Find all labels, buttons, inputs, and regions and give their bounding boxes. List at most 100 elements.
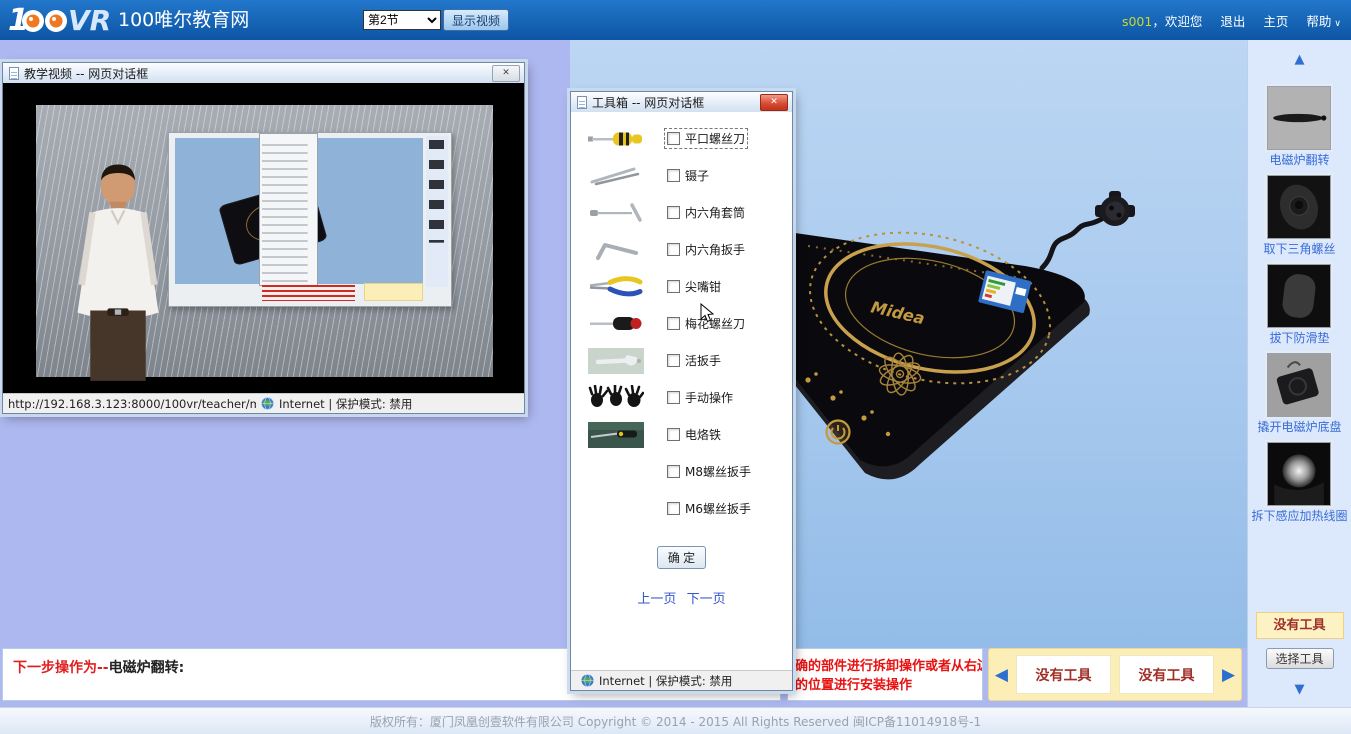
checkbox-icon[interactable] bbox=[667, 354, 680, 367]
video-dialog-statusbar: http://192.168.3.123:8000/100vr/teacher/… bbox=[3, 393, 524, 413]
video-player[interactable] bbox=[3, 83, 524, 393]
slot-prev-icon[interactable]: ◀ bbox=[995, 665, 1008, 685]
tool-label[interactable]: 内六角套筒 bbox=[685, 204, 745, 221]
manual-hands-icon bbox=[588, 385, 648, 411]
presenter-person bbox=[54, 157, 182, 383]
next-page-link[interactable]: 下一页 bbox=[687, 592, 726, 607]
copyright-text: 版权所有：厦门凤凰创壹软件有限公司 Copyright © 2014 - 201… bbox=[370, 713, 981, 730]
video-screen-content bbox=[168, 132, 452, 307]
heating-coil-thumbnail[interactable] bbox=[1267, 442, 1331, 506]
video-dialog-titlebar[interactable]: 教学视频 -- 网页对话框 ✕ bbox=[3, 63, 524, 84]
tool-option[interactable]: M8螺丝扳手 bbox=[665, 462, 753, 481]
scroll-up-icon[interactable]: ▲ bbox=[1295, 53, 1305, 66]
tool-label[interactable]: M8螺丝扳手 bbox=[685, 463, 751, 480]
step-item[interactable]: 拆下感应加热线圈 bbox=[1251, 442, 1347, 524]
tool-list: 平口螺丝刀镊子内六角套筒内六角扳手尖嘴钳梅花螺丝刀活扳手手动操作电烙铁 M8螺丝扳… bbox=[571, 120, 792, 527]
toolbox-dialog-title: 工具箱 -- 网页对话框 bbox=[592, 94, 760, 111]
step-item[interactable]: 电磁炉翻转 bbox=[1267, 86, 1331, 168]
tool-row: 内六角扳手 bbox=[571, 231, 792, 268]
step-label[interactable]: 撬开电磁炉底盘 bbox=[1257, 420, 1341, 435]
antislip-pad-thumbnail[interactable] bbox=[1267, 264, 1331, 328]
tool-label[interactable]: M6螺丝扳手 bbox=[685, 500, 751, 517]
step-item[interactable]: 取下三角螺丝 bbox=[1263, 175, 1335, 257]
tool-label[interactable]: 活扳手 bbox=[685, 352, 721, 369]
chevron-down-icon: ∨ bbox=[1334, 19, 1341, 29]
show-video-button[interactable]: 显示视频 bbox=[443, 9, 509, 31]
pry-base-thumbnail[interactable] bbox=[1267, 353, 1331, 417]
tool-option[interactable]: 梅花螺丝刀 bbox=[665, 314, 747, 333]
tweezers-icon bbox=[588, 163, 648, 189]
tool-option[interactable]: 手动操作 bbox=[665, 388, 735, 407]
none-icon bbox=[588, 459, 648, 485]
step-label[interactable]: 拆下感应加热线圈 bbox=[1251, 509, 1347, 524]
user-welcome: s001，欢迎您 bbox=[1122, 11, 1202, 30]
tool-label[interactable]: 内六角扳手 bbox=[685, 241, 745, 258]
svg-text:VR: VR bbox=[68, 4, 111, 37]
step-item[interactable]: 撬开电磁炉底盘 bbox=[1257, 353, 1341, 435]
step-label[interactable]: 拔下防滑垫 bbox=[1269, 331, 1329, 346]
tool-row: 活扳手 bbox=[571, 342, 792, 379]
operation-hint-box: 确的部件进行拆卸操作或者从右边拖 的位置进行安装操作 bbox=[787, 648, 983, 701]
triangle-screw-thumbnail[interactable] bbox=[1267, 175, 1331, 239]
scroll-down-icon[interactable]: ▼ bbox=[1295, 683, 1305, 696]
step-label[interactable]: 取下三角螺丝 bbox=[1263, 242, 1335, 257]
prev-page-link[interactable]: 上一页 bbox=[637, 592, 676, 607]
tool-row: M6螺丝扳手 bbox=[571, 490, 792, 527]
checkbox-icon[interactable] bbox=[667, 465, 680, 478]
checkbox-icon[interactable] bbox=[667, 243, 680, 256]
checkbox-icon[interactable] bbox=[667, 280, 680, 293]
status-zone-text: Internet | 保护模式: 禁用 bbox=[279, 396, 412, 412]
checkbox-icon[interactable] bbox=[667, 391, 680, 404]
step-label[interactable]: 电磁炉翻转 bbox=[1269, 153, 1329, 168]
logo-100vr-icon: 1 VR bbox=[8, 3, 114, 37]
toolbox-body: 平口螺丝刀镊子内六角套筒内六角扳手尖嘴钳梅花螺丝刀活扳手手动操作电烙铁 M8螺丝扳… bbox=[571, 112, 792, 670]
site-logo[interactable]: 1 VR bbox=[8, 3, 114, 40]
username: s001 bbox=[1122, 14, 1152, 29]
internet-globe-icon bbox=[581, 674, 594, 687]
slot-next-icon[interactable]: ▶ bbox=[1222, 665, 1235, 685]
toolbox-dialog-titlebar[interactable]: 工具箱 -- 网页对话框 ✕ bbox=[571, 92, 792, 113]
tool-row: 内六角套筒 bbox=[571, 194, 792, 231]
toolbox-dialog-statusbar: Internet | 保护模式: 禁用 bbox=[571, 670, 792, 690]
tool-label[interactable]: 电烙铁 bbox=[685, 426, 721, 443]
help-link[interactable]: 帮助∨ bbox=[1306, 11, 1341, 30]
toolbox-dialog-close-icon[interactable]: ✕ bbox=[760, 94, 788, 111]
tool-option[interactable]: 内六角扳手 bbox=[665, 240, 747, 259]
select-tool-button[interactable]: 选择工具 bbox=[1266, 648, 1334, 669]
section-select[interactable]: 第2节 bbox=[363, 10, 441, 30]
tool-label[interactable]: 镊子 bbox=[685, 167, 709, 184]
logout-link[interactable]: 退出 bbox=[1220, 11, 1245, 30]
tool-label[interactable]: 手动操作 bbox=[685, 389, 733, 406]
tool-label[interactable]: 梅花螺丝刀 bbox=[685, 315, 745, 332]
confirm-button[interactable]: 确 定 bbox=[657, 546, 706, 569]
tool-option[interactable]: 平口螺丝刀 bbox=[665, 129, 747, 148]
tool-label[interactable]: 平口螺丝刀 bbox=[685, 130, 745, 147]
cooker-flip-thumbnail[interactable] bbox=[1267, 86, 1331, 150]
step-list: 电磁炉翻转取下三角螺丝拔下防滑垫撬开电磁炉底盘拆下感应加热线圈 bbox=[1251, 86, 1347, 531]
tool-option[interactable]: 镊子 bbox=[665, 166, 711, 185]
checkbox-icon[interactable] bbox=[667, 317, 680, 330]
tool-slot-2[interactable]: 没有工具 bbox=[1119, 655, 1214, 694]
welcome-text: ，欢迎您 bbox=[1152, 14, 1202, 29]
checkbox-icon[interactable] bbox=[667, 502, 680, 515]
tool-option[interactable]: 尖嘴钳 bbox=[665, 277, 723, 296]
home-link[interactable]: 主页 bbox=[1263, 11, 1288, 30]
tool-option[interactable]: 内六角套筒 bbox=[665, 203, 747, 222]
header-user-area: s001，欢迎您 退出 主页 帮助∨ bbox=[1122, 0, 1341, 40]
tool-option[interactable]: 电烙铁 bbox=[665, 425, 723, 444]
tool-label[interactable]: 尖嘴钳 bbox=[685, 278, 721, 295]
tool-row: 梅花螺丝刀 bbox=[571, 305, 792, 342]
video-dialog-close-icon[interactable]: ✕ bbox=[492, 65, 520, 82]
torx-screwdriver-icon bbox=[588, 311, 648, 337]
power-cord bbox=[1042, 216, 1110, 268]
checkbox-icon[interactable] bbox=[667, 132, 680, 145]
checkbox-icon[interactable] bbox=[667, 169, 680, 182]
tool-option[interactable]: 活扳手 bbox=[665, 351, 723, 370]
tool-row: 平口螺丝刀 bbox=[571, 120, 792, 157]
tool-option[interactable]: M6螺丝扳手 bbox=[665, 499, 753, 518]
sidebar-no-tool-label: 没有工具 bbox=[1256, 612, 1344, 639]
tool-slot-1[interactable]: 没有工具 bbox=[1016, 655, 1111, 694]
checkbox-icon[interactable] bbox=[667, 428, 680, 441]
step-item[interactable]: 拔下防滑垫 bbox=[1267, 264, 1331, 346]
checkbox-icon[interactable] bbox=[667, 206, 680, 219]
